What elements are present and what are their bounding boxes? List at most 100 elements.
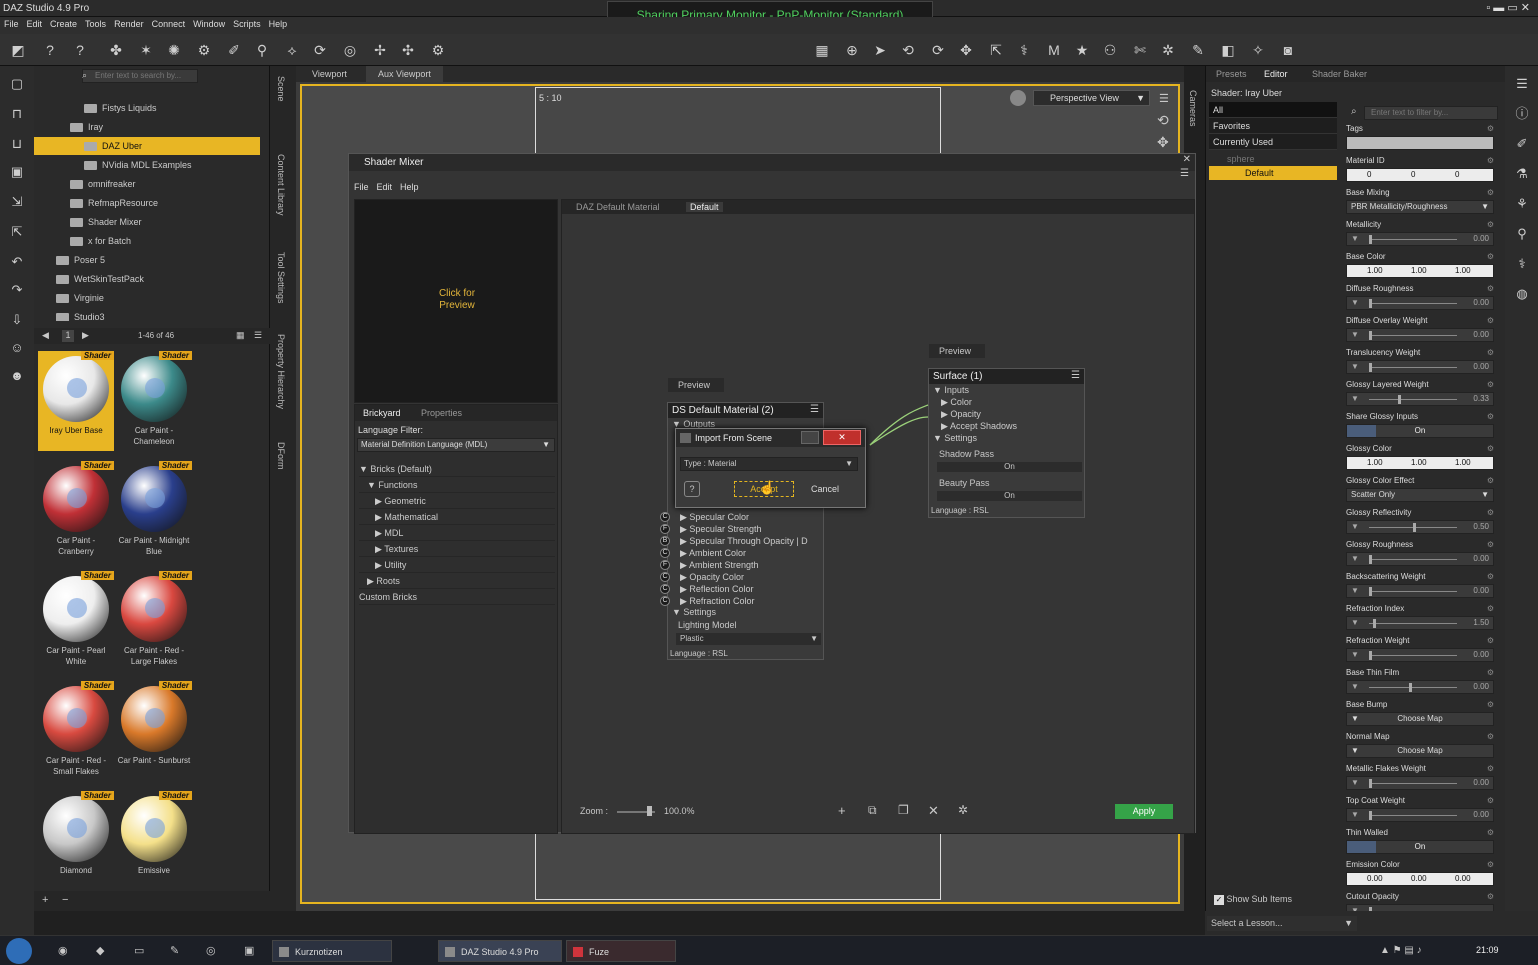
node-input-row[interactable]: F ▶ Specular Strength bbox=[660, 523, 823, 535]
tree-item[interactable]: omnifreaker bbox=[34, 175, 260, 193]
shader-menu-item[interactable]: File bbox=[354, 182, 369, 192]
property-control[interactable]: On bbox=[1346, 424, 1494, 438]
gear-icon[interactable]: ⚙ bbox=[1487, 540, 1494, 549]
slider-track[interactable] bbox=[1369, 399, 1457, 400]
input-pin[interactable]: C bbox=[660, 548, 670, 558]
chevron-down-icon[interactable]: ▼ bbox=[1351, 330, 1359, 339]
brick-item[interactable]: ▶ Textures bbox=[359, 541, 555, 557]
property-control[interactable]: ▼ 0.00 bbox=[1346, 584, 1494, 598]
property-control[interactable]: ▼ 0.50 bbox=[1346, 520, 1494, 534]
surface-filter[interactable]: Favorites bbox=[1209, 118, 1337, 134]
pan-icon[interactable]: ✥ bbox=[1157, 134, 1169, 151]
select-icon[interactable]: ➤ bbox=[870, 40, 890, 60]
new-file-icon[interactable]: ▢ bbox=[7, 74, 27, 94]
gear-icon[interactable]: ⚙ bbox=[1487, 252, 1494, 261]
joint-editor-icon[interactable]: ✶ bbox=[136, 40, 156, 60]
tree-item[interactable]: WetSkinTestPack bbox=[34, 270, 260, 288]
input-pin[interactable]: C bbox=[660, 572, 670, 582]
slider-track[interactable] bbox=[1369, 303, 1457, 304]
brick-item[interactable]: ▶ Geometric bbox=[359, 493, 555, 509]
tree-item[interactable]: DAZ Uber bbox=[34, 137, 260, 155]
slider-handle[interactable] bbox=[1369, 587, 1372, 596]
tree-item[interactable]: Poser 5 bbox=[34, 251, 260, 269]
delete-icon[interactable]: ✕ bbox=[928, 803, 939, 819]
globe-icon[interactable]: ◍ bbox=[1512, 284, 1532, 304]
side-tab[interactable]: Tool Settings bbox=[276, 252, 286, 304]
pose-icon[interactable]: ⚘ bbox=[1512, 194, 1532, 214]
slider-track[interactable] bbox=[1369, 591, 1457, 592]
brick-item[interactable]: ▶ Utility bbox=[359, 557, 555, 573]
property-control[interactable] bbox=[1346, 136, 1494, 150]
type-dropdown[interactable]: Type : Material ▼ bbox=[680, 457, 858, 471]
menu-help[interactable]: Help bbox=[265, 17, 292, 31]
slider-value[interactable]: 0.00 bbox=[1473, 810, 1489, 819]
menu-edit[interactable]: Edit bbox=[23, 17, 47, 31]
menu-file[interactable]: File bbox=[0, 17, 23, 31]
node-input-row[interactable]: ▶ Accept Shadows bbox=[929, 420, 1084, 432]
node-menu-icon[interactable]: ☰ bbox=[810, 404, 819, 415]
chevron-down-icon[interactable]: ▼ bbox=[1351, 618, 1359, 627]
save-icon[interactable]: ▣ bbox=[7, 162, 27, 182]
tree-item[interactable]: Virginie bbox=[34, 289, 260, 307]
gear-icon[interactable]: ⚙ bbox=[1487, 124, 1494, 133]
property-control[interactable]: 0 0 0 bbox=[1346, 168, 1494, 182]
slider-track[interactable] bbox=[1369, 559, 1457, 560]
panel-menu-icon[interactable]: ☰ bbox=[1512, 74, 1532, 94]
node-menu-icon[interactable]: ☰ bbox=[1071, 370, 1080, 381]
shader-menu-item[interactable]: Help bbox=[400, 182, 419, 192]
bones-icon[interactable]: ⚕ bbox=[1014, 40, 1034, 60]
chevron-down-icon[interactable]: ▼ bbox=[1351, 234, 1359, 243]
slider-track[interactable] bbox=[1369, 367, 1457, 368]
gear-icon[interactable]: ⚙ bbox=[1487, 700, 1494, 709]
slider-track[interactable] bbox=[1369, 687, 1457, 688]
node-input-row[interactable]: C ▶ Ambient Color bbox=[660, 547, 823, 559]
menu-tools[interactable]: Tools bbox=[81, 17, 110, 31]
remove-icon[interactable]: − bbox=[62, 894, 68, 906]
slider-value[interactable]: 0.00 bbox=[1473, 362, 1489, 371]
surfaces-tab[interactable]: Shader Baker bbox=[1312, 69, 1367, 79]
input-pin[interactable]: F bbox=[660, 524, 670, 534]
shadow-pass-toggle[interactable]: On bbox=[937, 462, 1082, 472]
node-input-row[interactable]: C ▶ Opacity Color bbox=[660, 571, 823, 583]
brush-icon[interactable]: ✐ bbox=[1512, 134, 1532, 154]
slider-handle[interactable] bbox=[1369, 299, 1372, 308]
beauty-pass-toggle[interactable]: On bbox=[937, 491, 1082, 501]
surface-node[interactable]: Surface (1) ☰ ▼ Inputs ▶ Color ▶ Opacity ▶… bbox=[928, 368, 1085, 518]
property-control[interactable]: Scatter Only ▼ bbox=[1346, 488, 1494, 502]
gear-icon[interactable]: ⚙ bbox=[1487, 316, 1494, 325]
slider-value[interactable]: 0.00 bbox=[1473, 234, 1489, 243]
grid-view-icon[interactable]: ▦ bbox=[236, 330, 245, 341]
restore-icon[interactable] bbox=[801, 431, 819, 444]
menu-scripts[interactable]: Scripts bbox=[229, 17, 265, 31]
tools-icon[interactable]: ✲ bbox=[1158, 40, 1178, 60]
chevron-down-icon[interactable]: ▼ bbox=[1351, 298, 1359, 307]
side-tab[interactable]: Scene bbox=[276, 76, 286, 102]
slider-track[interactable] bbox=[1369, 655, 1457, 656]
asset-thumbnail[interactable]: Shader Car Paint - Midnight Blue bbox=[116, 461, 192, 561]
preview-pane[interactable]: Click for Preview bbox=[354, 199, 558, 403]
start-button[interactable] bbox=[6, 938, 32, 964]
apply-button[interactable]: Apply bbox=[1115, 804, 1173, 819]
surfaces-tab[interactable]: Presets bbox=[1216, 69, 1247, 79]
slider-value[interactable]: 0.00 bbox=[1473, 554, 1489, 563]
gear-icon[interactable]: ⚙ bbox=[1487, 732, 1494, 741]
node-input-row[interactable]: F ▶ Ambient Strength bbox=[660, 559, 823, 571]
value-field[interactable]: 1.00 bbox=[1367, 458, 1383, 467]
import-icon[interactable]: ⇲ bbox=[7, 192, 27, 212]
smooth-icon[interactable]: ⚗ bbox=[1512, 164, 1532, 184]
add-brick-icon[interactable]: + bbox=[838, 803, 846, 818]
viewport-tab[interactable]: Viewport bbox=[300, 66, 359, 82]
property-control[interactable]: ▼ 0.00 bbox=[1346, 680, 1494, 694]
menu-connect[interactable]: Connect bbox=[148, 17, 190, 31]
daz-icon[interactable]: ◩ bbox=[8, 40, 28, 60]
slider-track[interactable] bbox=[1369, 623, 1457, 624]
taskbar-item[interactable]: Kurznotizen bbox=[272, 940, 392, 962]
brick-item[interactable]: Custom Bricks bbox=[359, 589, 555, 605]
property-control[interactable]: ▼ 0.00 bbox=[1346, 360, 1494, 374]
gear-icon[interactable]: ⚙ bbox=[1487, 764, 1494, 773]
shader-menu-item[interactable]: Edit bbox=[377, 182, 393, 192]
paste-icon[interactable]: ❐ bbox=[898, 803, 909, 817]
lighting-model-dropdown[interactable]: Plastic ▼ bbox=[676, 633, 821, 645]
gear-icon[interactable]: ⚙ bbox=[1487, 412, 1494, 421]
property-control[interactable]: ▼ 0.00 bbox=[1346, 296, 1494, 310]
